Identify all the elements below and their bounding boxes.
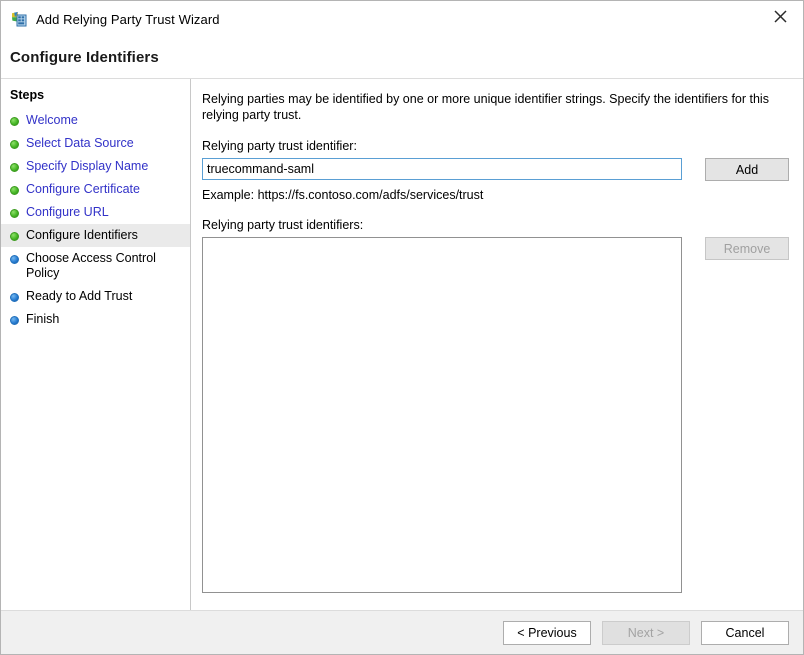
sidebar-item-configure-url[interactable]: Configure URL (1, 201, 190, 224)
sidebar-item-label: Specify Display Name (26, 159, 149, 173)
identifiers-list-label: Relying party trust identifiers: (202, 218, 364, 232)
wizard-body: Steps Welcome Select Data Source Specify… (1, 79, 803, 610)
sidebar-item-label: Select Data Source (26, 136, 134, 150)
intro-text: Relying parties may be identified by one… (202, 92, 769, 122)
identifier-input-row: Add (202, 158, 789, 181)
content-inner: Relying parties may be identified by one… (191, 79, 803, 610)
sidebar-item-finish: Finish (1, 308, 190, 331)
sidebar-item-configure-identifiers[interactable]: Configure Identifiers (1, 224, 190, 247)
identifiers-list-row: Remove (202, 237, 789, 593)
sidebar-item-configure-certificate[interactable]: Configure Certificate (1, 178, 190, 201)
green-bullet-icon (10, 209, 19, 218)
close-button[interactable] (758, 1, 803, 31)
sidebar-item-specify-display-name[interactable]: Specify Display Name (1, 155, 190, 178)
sidebar-item-select-data-source[interactable]: Select Data Source (1, 132, 190, 155)
sidebar-item-label: Configure Certificate (26, 182, 140, 196)
identifiers-listbox[interactable] (202, 237, 683, 593)
green-bullet-icon (10, 232, 19, 241)
close-icon (774, 9, 787, 23)
wizard-window: Add Relying Party Trust Wizard Configure… (0, 0, 804, 655)
footer-button-bar: < Previous Next > Cancel (1, 610, 803, 654)
blue-bullet-icon (10, 255, 19, 264)
sidebar-item-label: Configure Identifiers (26, 228, 138, 242)
adfs-wizard-icon (10, 10, 28, 28)
green-bullet-icon (10, 163, 19, 172)
page-heading-bar: Configure Identifiers (1, 37, 803, 79)
title-bar: Add Relying Party Trust Wizard (1, 1, 803, 37)
sidebar-item-welcome[interactable]: Welcome (1, 109, 190, 132)
sidebar-item-label: Configure URL (26, 205, 109, 219)
identifier-field-label: Relying party trust identifier: (202, 139, 357, 153)
add-button[interactable]: Add (705, 158, 789, 181)
sidebar-item-ready-to-add-trust: Ready to Add Trust (1, 285, 190, 308)
window-title: Add Relying Party Trust Wizard (36, 11, 220, 27)
cancel-button[interactable]: Cancel (701, 620, 789, 645)
content-pane: Relying parties may be identified by one… (191, 79, 803, 610)
next-button[interactable]: Next > (602, 620, 690, 645)
blue-bullet-icon (10, 316, 19, 325)
steps-heading: Steps (10, 88, 45, 102)
green-bullet-icon (10, 186, 19, 195)
sidebar-item-label: Finish (26, 312, 60, 326)
remove-button[interactable]: Remove (705, 237, 789, 260)
identifier-input[interactable] (202, 158, 683, 180)
green-bullet-icon (10, 117, 19, 126)
blue-bullet-icon (10, 293, 19, 302)
sidebar-item-choose-access-control-policy: Choose Access Control Policy (1, 247, 190, 285)
steps-sidebar: Steps Welcome Select Data Source Specify… (1, 79, 191, 610)
sidebar-item-label: Welcome (26, 113, 78, 127)
previous-button[interactable]: < Previous (503, 620, 591, 645)
sidebar-item-label: Ready to Add Trust (26, 289, 133, 303)
green-bullet-icon (10, 140, 19, 149)
sidebar-item-label: Choose Access Control Policy (26, 251, 156, 280)
example-text: Example: https://fs.contoso.com/adfs/ser… (202, 188, 484, 202)
page-title: Configure Identifiers (10, 49, 159, 66)
